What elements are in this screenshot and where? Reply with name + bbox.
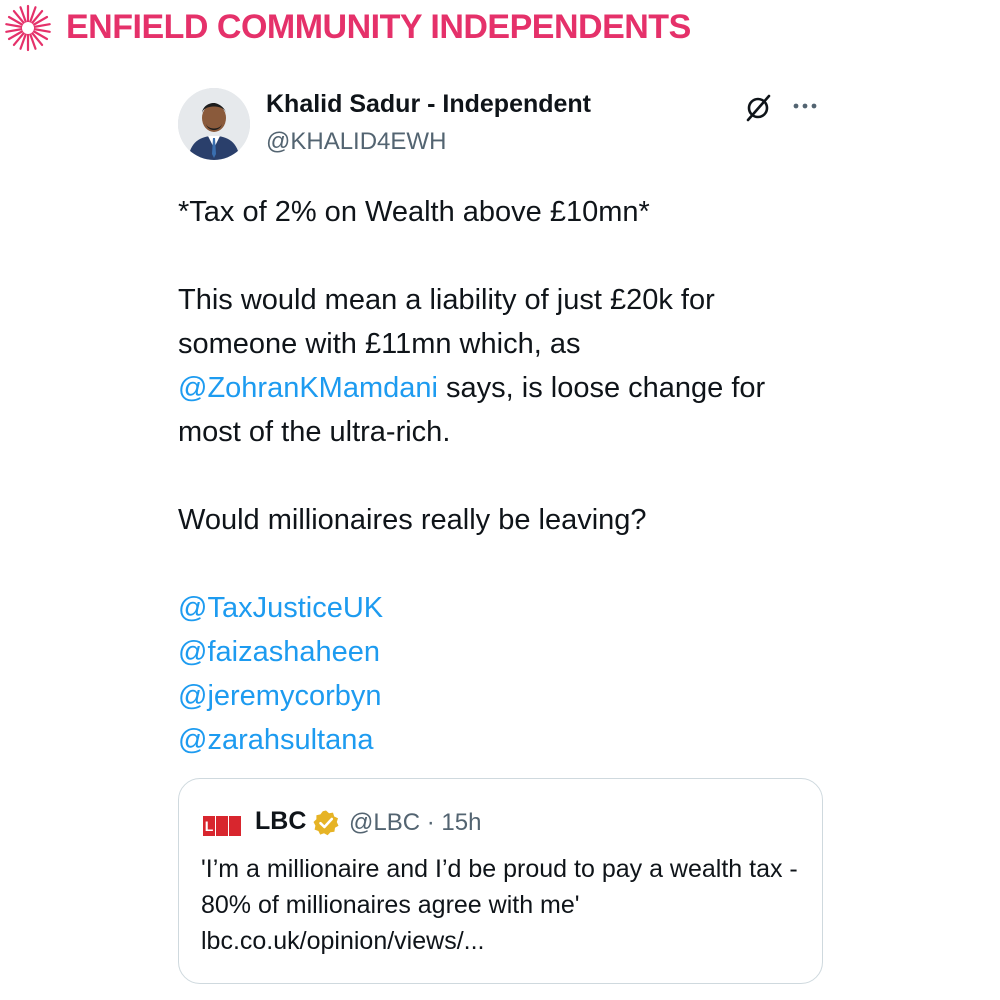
- quote-meta: @LBC · 15h: [349, 809, 481, 837]
- tweet-paragraph: This would mean a liability of just £20k…: [178, 278, 818, 454]
- verified-gold-badge-icon: [313, 810, 339, 836]
- mention-link-zohran[interactable]: @ZohranKMamdani: [178, 372, 438, 404]
- tweet-line-headline: *Tax of 2% on Wealth above £10mn*: [178, 196, 650, 228]
- quote-author-handle[interactable]: @LBC: [349, 809, 420, 837]
- mention-link[interactable]: @TaxJusticeUK: [178, 586, 818, 630]
- quote-author-name[interactable]: LBC: [255, 807, 306, 836]
- banner: ENFIELD COMMUNITY INDEPENDENTS: [0, 0, 1000, 64]
- quote-tweet-card[interactable]: L LBC @LBC · 15h 'I’m a millionaire and …: [178, 778, 823, 984]
- more-icon[interactable]: [790, 93, 820, 123]
- meta-separator: ·: [426, 809, 435, 836]
- quote-text: 'I’m a millionaire and I’d be proud to p…: [201, 855, 798, 955]
- avatar-image: [178, 88, 250, 160]
- mention-link[interactable]: @jeremycorbyn: [178, 674, 818, 718]
- lbc-logo-letter: L: [205, 818, 214, 834]
- author-display-name[interactable]: Khalid Sadur - Independent: [266, 90, 591, 119]
- mention-link[interactable]: @faizashaheen: [178, 630, 818, 674]
- tweet-line-question: Would millionaires really be leaving?: [178, 504, 647, 536]
- grok-icon[interactable]: [743, 93, 773, 123]
- quote-timestamp[interactable]: 15h: [441, 809, 481, 837]
- sunburst-logo-icon: [5, 4, 51, 52]
- mention-link[interactable]: @zarahsultana: [178, 718, 818, 762]
- tweet-text: *Tax of 2% on Wealth above £10mn* This w…: [178, 190, 818, 762]
- lbc-logo-icon: L: [203, 816, 241, 836]
- author-handle[interactable]: @KHALID4EWH: [266, 128, 446, 156]
- tweet-paragraph-part1: This would mean a liability of just £20k…: [178, 284, 715, 360]
- banner-title: ENFIELD COMMUNITY INDEPENDENTS: [66, 8, 691, 46]
- avatar[interactable]: [178, 88, 250, 160]
